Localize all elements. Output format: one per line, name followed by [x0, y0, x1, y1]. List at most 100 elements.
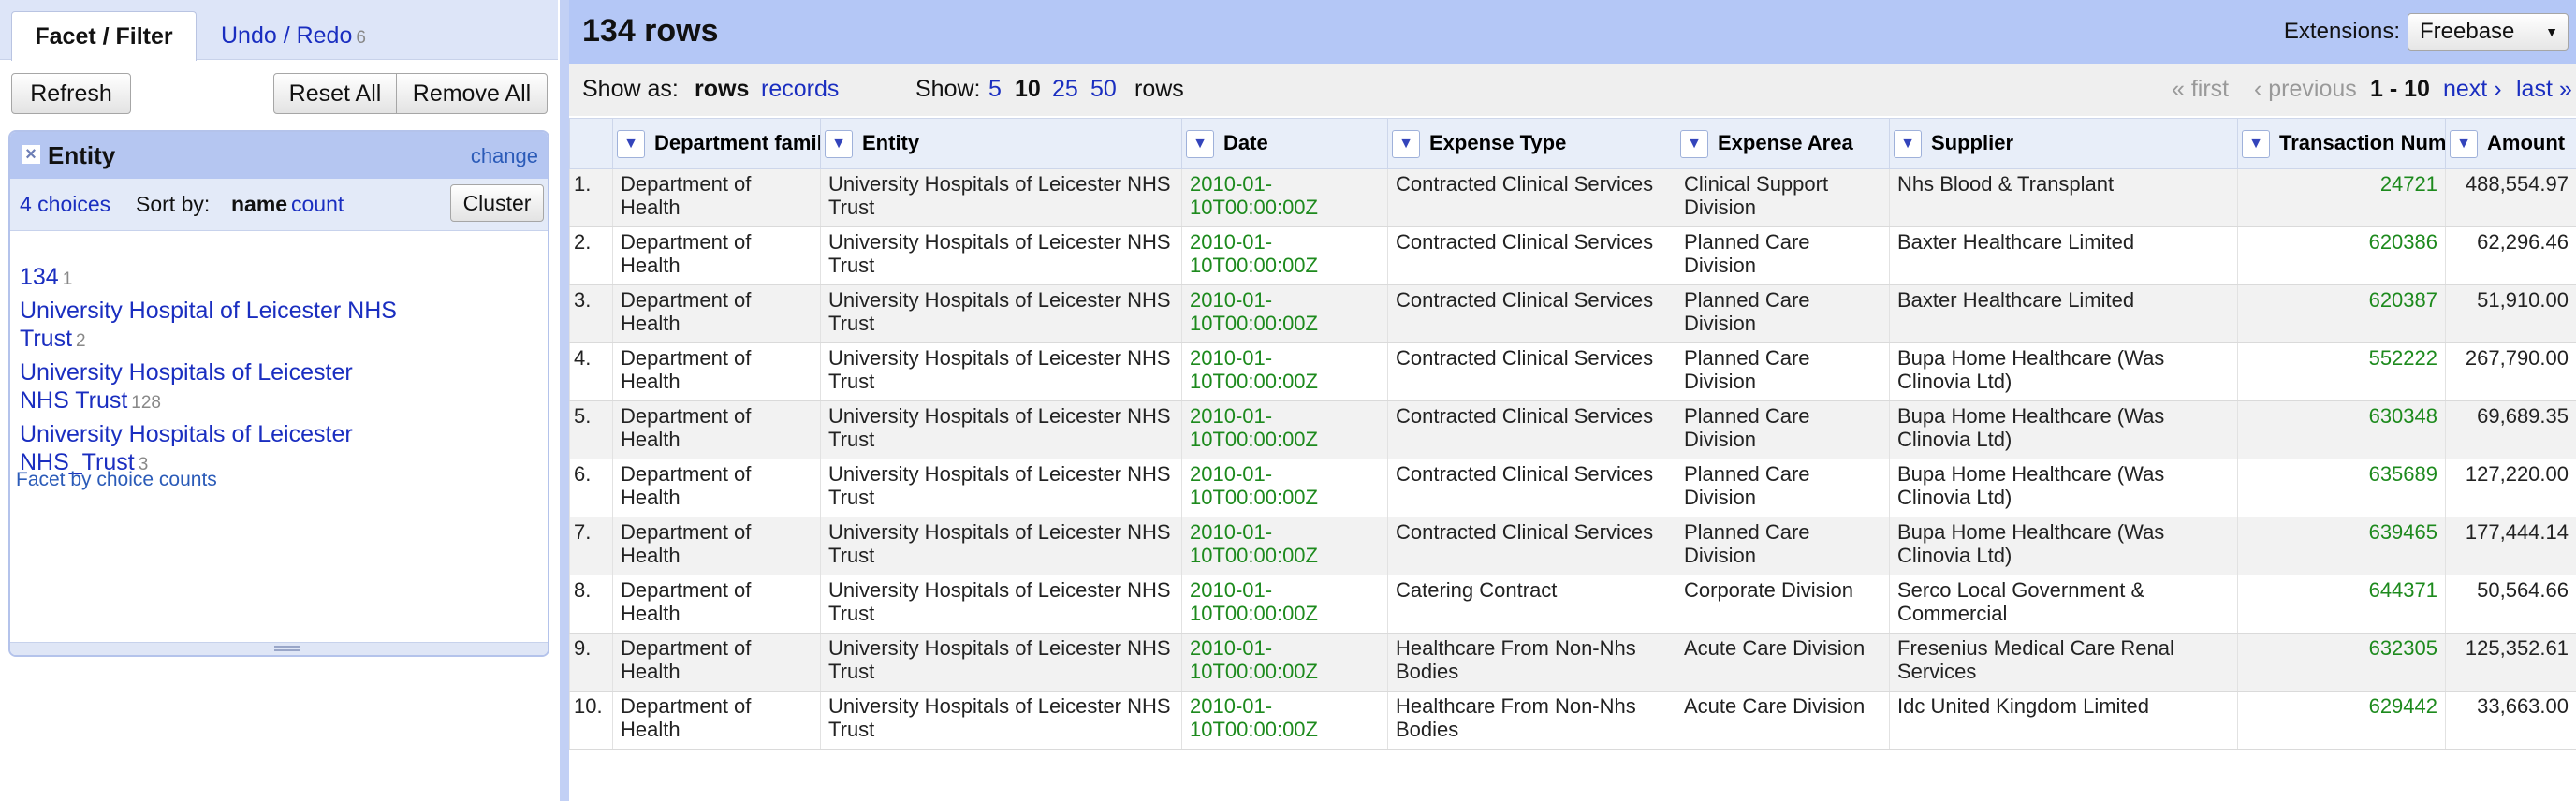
facet-resize-handle[interactable]	[10, 642, 548, 655]
cell-expense-type: Contracted Clinical Services	[1387, 168, 1676, 227]
column-header[interactable]: ▼ Amount	[2445, 118, 2576, 169]
column-menu-icon[interactable]: ▼	[1392, 129, 1420, 158]
cell-department-family: Department of Health	[612, 284, 821, 343]
cluster-button[interactable]: Cluster	[450, 184, 544, 222]
cell-date: 2010-01-10T00:00:00Z	[1181, 342, 1388, 401]
cell-expense-type: Healthcare From Non-Nhs Bodies	[1387, 633, 1676, 692]
cell-amount: 69,689.35	[2445, 400, 2576, 459]
column-header[interactable]: ▼ Transaction Number	[2237, 118, 2446, 169]
cell-department-family: Department of Health	[612, 226, 821, 285]
cell-entity: University Hospitals of Leicester NHS Tr…	[820, 459, 1182, 517]
tab-undo-redo[interactable]: Undo / Redo 6	[221, 11, 366, 61]
column-menu-icon[interactable]: ▼	[1894, 129, 1922, 158]
extensions-dropdown[interactable]: Freebase ▼	[2408, 13, 2569, 51]
facet-choice-label: 134	[20, 264, 59, 290]
tab-undo-redo-label: Undo / Redo	[221, 22, 353, 49]
row-index: 7.	[569, 517, 613, 575]
column-menu-icon[interactable]: ▼	[617, 129, 645, 158]
cell-expense-type: Contracted Clinical Services	[1387, 459, 1676, 517]
tab-facet-filter[interactable]: Facet / Filter	[11, 11, 197, 61]
table-body: 1. Department of Health University Hospita…	[569, 168, 2576, 750]
facet-by-choice-counts-link[interactable]: Facet by choice counts	[16, 469, 217, 491]
row-index: 6.	[569, 459, 613, 517]
cell-transaction-number: 632305	[2237, 633, 2446, 692]
column-menu-icon[interactable]: ▼	[1680, 129, 1708, 158]
table-row: 5. Department of Health University Hospita…	[569, 400, 2576, 459]
show-as-records[interactable]: records	[761, 76, 839, 103]
column-menu-icon[interactable]: ▼	[825, 129, 853, 158]
cell-date: 2010-01-10T00:00:00Z	[1181, 517, 1388, 575]
refresh-button[interactable]: Refresh	[11, 73, 131, 114]
cell-entity: University Hospitals of Leicester NHS Tr…	[820, 400, 1182, 459]
pager-last[interactable]: last »	[2516, 76, 2572, 103]
cell-department-family: Department of Health	[612, 517, 821, 575]
cell-entity: University Hospitals of Leicester NHS Tr…	[820, 342, 1182, 401]
page-size-10[interactable]: 10	[1015, 76, 1041, 103]
facet-choice-count: 128	[131, 393, 161, 413]
reset-all-button[interactable]: Reset All	[273, 73, 397, 114]
pager-next[interactable]: next ›	[2443, 76, 2502, 103]
table-row: 7. Department of Health University Hospita…	[569, 517, 2576, 575]
cell-entity: University Hospitals of Leicester NHS Tr…	[820, 517, 1182, 575]
row-index-header	[569, 118, 613, 169]
facet-choices-count[interactable]: 4 choices	[20, 192, 110, 217]
undo-count-badge: 6	[356, 28, 366, 48]
sort-by-label: Sort by:	[136, 192, 211, 216]
column-menu-icon[interactable]: ▼	[2242, 129, 2270, 158]
column-header[interactable]: ▼ Expense Type	[1387, 118, 1676, 169]
cell-amount: 177,444.14	[2445, 517, 2576, 575]
show-as-rows[interactable]: rows	[695, 76, 749, 103]
facet-header: × Entity change	[10, 132, 548, 179]
cell-expense-type: Contracted Clinical Services	[1387, 284, 1676, 343]
facet-change-link[interactable]: change	[471, 144, 538, 168]
cell-amount: 50,564.66	[2445, 575, 2576, 634]
close-icon[interactable]: ×	[22, 145, 40, 164]
cell-department-family: Department of Health	[612, 633, 821, 692]
cell-transaction-number: 629442	[2237, 691, 2446, 750]
facet-choice[interactable]: University Hospital of Leicester NHS Tru…	[20, 297, 450, 356]
page-size-50[interactable]: 50	[1090, 76, 1117, 103]
column-header[interactable]: ▼ Department family	[612, 118, 821, 169]
data-table: ▼ Department family ▼ Entity ▼ Date ▼ Expens…	[569, 118, 2576, 750]
cell-date: 2010-01-10T00:00:00Z	[1181, 400, 1388, 459]
remove-all-button[interactable]: Remove All	[396, 73, 548, 114]
facet-choice[interactable]: 134 1	[20, 263, 450, 294]
row-count-header: 134 rows Extensions: Freebase ▼	[569, 0, 2576, 64]
sort-by-count[interactable]: count	[291, 192, 344, 217]
cell-expense-type: Catering Contract	[1387, 575, 1676, 634]
cell-expense-type: Contracted Clinical Services	[1387, 400, 1676, 459]
column-menu-icon[interactable]: ▼	[2450, 129, 2478, 158]
sort-by-name[interactable]: name	[231, 192, 287, 217]
cell-date: 2010-01-10T00:00:00Z	[1181, 633, 1388, 692]
facet-choice[interactable]: University Hospitals of Leicester NHS Tr…	[20, 358, 403, 417]
pager-previous[interactable]: ‹ previous	[2254, 76, 2357, 103]
data-panel: 134 rows Extensions: Freebase ▼ Show as: …	[560, 0, 2576, 801]
row-index: 10.	[569, 691, 613, 750]
cell-entity: University Hospitals of Leicester NHS Tr…	[820, 575, 1182, 634]
extensions-label: Extensions:	[2283, 19, 2400, 44]
column-menu-icon[interactable]: ▼	[1186, 129, 1214, 158]
pager-first[interactable]: « first	[2172, 76, 2229, 103]
table-row: 10. Department of Health University Hospit…	[569, 691, 2576, 750]
column-header[interactable]: ▼ Date	[1181, 118, 1388, 169]
table-header-row: ▼ Department family ▼ Entity ▼ Date ▼ Expens…	[569, 118, 2576, 169]
column-header[interactable]: ▼ Entity	[820, 118, 1182, 169]
facet-title: Entity	[48, 141, 116, 169]
entity-facet: × Entity change 4 choices Sort by: name …	[8, 130, 549, 657]
facet-toolbar: Refresh Reset All Remove All	[0, 60, 558, 127]
column-header[interactable]: ▼ Expense Area	[1676, 118, 1890, 169]
cell-department-family: Department of Health	[612, 575, 821, 634]
page-size-5[interactable]: 5	[988, 76, 1002, 103]
cell-entity: University Hospitals of Leicester NHS Tr…	[820, 633, 1182, 692]
page-size-25[interactable]: 25	[1052, 76, 1078, 103]
row-index: 4.	[569, 342, 613, 401]
column-header-label: Transaction Number	[2279, 130, 2446, 154]
cell-supplier: Bupa Home Healthcare (Was Clinovia Ltd)	[1889, 459, 2238, 517]
cell-amount: 267,790.00	[2445, 342, 2576, 401]
cell-expense-area: Planned Care Division	[1676, 226, 1890, 285]
cell-expense-area: Planned Care Division	[1676, 459, 1890, 517]
cell-expense-area: Planned Care Division	[1676, 342, 1890, 401]
cell-expense-area: Acute Care Division	[1676, 691, 1890, 750]
column-header[interactable]: ▼ Supplier	[1889, 118, 2238, 169]
cell-transaction-number: 24721	[2237, 168, 2446, 227]
